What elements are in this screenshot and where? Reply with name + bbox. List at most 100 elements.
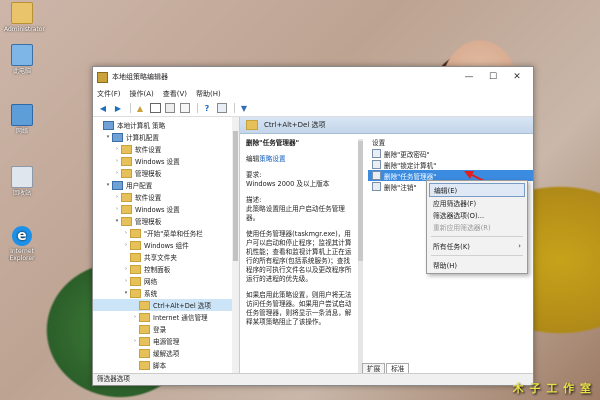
tree-node-label: "开始"菜单和任务栏 [144, 230, 203, 238]
show-tree-icon[interactable] [149, 102, 161, 114]
menu-action[interactable]: 操作(A) [130, 89, 154, 99]
window-title: 本地组策略编辑器 [112, 73, 168, 81]
computer-icon [11, 44, 33, 66]
tree-scrollbar[interactable] [232, 117, 239, 374]
tree-expander-icon[interactable]: ▾ [122, 290, 130, 296]
scrollbar-thumb[interactable] [358, 141, 363, 261]
setting-row[interactable]: 删除"更改密码" [368, 148, 533, 159]
context-menu-item-label: 重新应用筛选器(R) [433, 224, 491, 232]
tree-expander-icon[interactable]: ▾ [104, 134, 112, 140]
desktop-icon-this-pc[interactable]: 此电脑 [4, 44, 40, 75]
menu-separator [431, 255, 523, 256]
minimize-button[interactable]: — [457, 72, 481, 82]
tree-node[interactable]: › 软件设置 [93, 191, 239, 203]
context-menu-item[interactable]: 筛选器选项(O)... [427, 209, 527, 221]
context-menu-item[interactable]: 应用筛选器(F) [427, 197, 527, 209]
setting-row[interactable]: 删除"锁定计算机" [368, 159, 533, 170]
tree-node[interactable]: 缓解选项 [93, 347, 239, 359]
desktop-icon-label: 此电脑 [12, 68, 31, 75]
tree-expander-icon[interactable]: ▾ [113, 218, 121, 224]
tree-expander-icon[interactable]: › [131, 314, 139, 320]
tree-expander-icon[interactable]: › [113, 206, 121, 212]
tree-node[interactable]: › Windows 组件 [93, 239, 239, 251]
tree-expander-icon[interactable]: › [113, 158, 121, 164]
tree-node[interactable]: › Windows 设置 [93, 203, 239, 215]
tree-node[interactable]: › 网络 [93, 275, 239, 287]
folder-icon [139, 360, 150, 370]
export-list-icon[interactable] [164, 102, 176, 114]
title-bar[interactable]: 本地组策略编辑器 — ☐ ✕ [93, 67, 533, 87]
tree-expander-icon[interactable]: › [113, 146, 121, 152]
maximize-button[interactable]: ☐ [481, 72, 505, 82]
folder-icon [139, 336, 150, 346]
tree-expander-icon[interactable]: › [122, 230, 130, 236]
tree-expander-icon[interactable]: ▾ [104, 182, 112, 188]
tree-node[interactable]: › 控制面板 [93, 263, 239, 275]
desktop-icon-recycle-bin[interactable]: 回收站 [4, 166, 40, 197]
tree-expander-icon[interactable]: › [122, 278, 130, 284]
tree-node-label: Windows 设置 [135, 206, 180, 214]
recycle-bin-icon [11, 166, 33, 188]
tree-node[interactable]: ▾ 计算机配置 [93, 131, 239, 143]
menu-file[interactable]: 文件(F) [97, 89, 121, 99]
folder-icon [139, 324, 150, 334]
tree-expander-icon[interactable]: › [122, 242, 130, 248]
tree-node[interactable]: › 电源管理 [93, 335, 239, 347]
tree-node[interactable]: › Internet 通信管理 [93, 311, 239, 323]
computer-icon [112, 132, 123, 142]
desktop-icon-network[interactable]: 网络 [4, 104, 40, 135]
properties-icon[interactable] [179, 102, 191, 114]
context-menu-item[interactable]: 所有任务(K) › [427, 240, 527, 252]
close-button[interactable]: ✕ [505, 72, 529, 82]
menu-help[interactable]: 帮助(H) [196, 89, 221, 99]
tree-node[interactable]: 共享文件夹 [93, 251, 239, 263]
folder-icon [246, 120, 258, 130]
context-menu-item[interactable]: 帮助(H) [427, 259, 527, 271]
tree-node-label: Internet 通信管理 [153, 314, 208, 322]
folder-icon [130, 276, 141, 286]
tree-expander-icon[interactable]: › [131, 338, 139, 344]
filter-icon[interactable]: ▼ [238, 102, 250, 114]
folder-icon [121, 144, 132, 154]
tree-node[interactable]: › 管理模板 [93, 167, 239, 179]
tree-node[interactable]: › 软件设置 [93, 143, 239, 155]
tree-node-label: 网络 [144, 278, 158, 286]
tree-expander-icon[interactable]: › [113, 194, 121, 200]
folder-icon [130, 240, 141, 250]
tree-node-selected[interactable]: Ctrl+Alt+Del 选项 [93, 299, 239, 311]
forward-arrow-icon[interactable]: ▶ [112, 102, 124, 114]
desktop-icon-label: Administrator [4, 26, 45, 33]
tree-expander-icon[interactable]: › [113, 170, 121, 176]
description-scrollbar[interactable] [358, 139, 363, 379]
tree-node[interactable]: › "开始"菜单和任务栏 [93, 227, 239, 239]
tree-node[interactable]: ▾ 管理模板 [93, 215, 239, 227]
edit-prefix: 编辑 [246, 155, 260, 163]
settings-column-header[interactable]: 设置 [368, 137, 533, 148]
tree-node[interactable]: 登录 [93, 323, 239, 335]
tree-node[interactable]: 脚本 [93, 359, 239, 371]
scrollbar-thumb[interactable] [233, 131, 238, 261]
context-menu-item-label: 帮助(H) [433, 262, 458, 270]
tree-expander-icon[interactable]: › [122, 266, 130, 272]
description-label: 描述: [246, 196, 262, 204]
tree-node[interactable]: ▾ 用户配置 [93, 179, 239, 191]
context-menu-item-label: 筛选器选项(O)... [433, 212, 485, 220]
edit-policy-link[interactable]: 策略设置 [259, 155, 285, 163]
user-folder-icon [11, 2, 33, 24]
context-menu-item[interactable]: 编辑(E) [429, 183, 525, 197]
view-icon[interactable] [216, 102, 228, 114]
tree-node[interactable]: › Windows 设置 [93, 155, 239, 167]
menu-view[interactable]: 查看(V) [163, 89, 187, 99]
tree-node[interactable]: 本地计算机 策略 [93, 119, 239, 131]
desktop-icon-administrator[interactable]: Administrator [4, 2, 45, 33]
tree-node[interactable]: ▾ 系统 [93, 287, 239, 299]
folder-icon [121, 216, 132, 226]
watermark-text: 木 子 工 作 室 [512, 382, 592, 395]
back-arrow-icon[interactable]: ◀ [97, 102, 109, 114]
tree-node-label: Ctrl+Alt+Del 选项 [153, 302, 211, 310]
tree-node-label: 管理模板 [135, 170, 162, 178]
desktop-icon-ie[interactable]: e Internet Explorer [4, 226, 40, 262]
up-folder-icon[interactable]: ▲ [134, 102, 146, 114]
help-icon[interactable]: ? [201, 102, 213, 114]
tree-node-label: 用户配置 [126, 182, 153, 190]
